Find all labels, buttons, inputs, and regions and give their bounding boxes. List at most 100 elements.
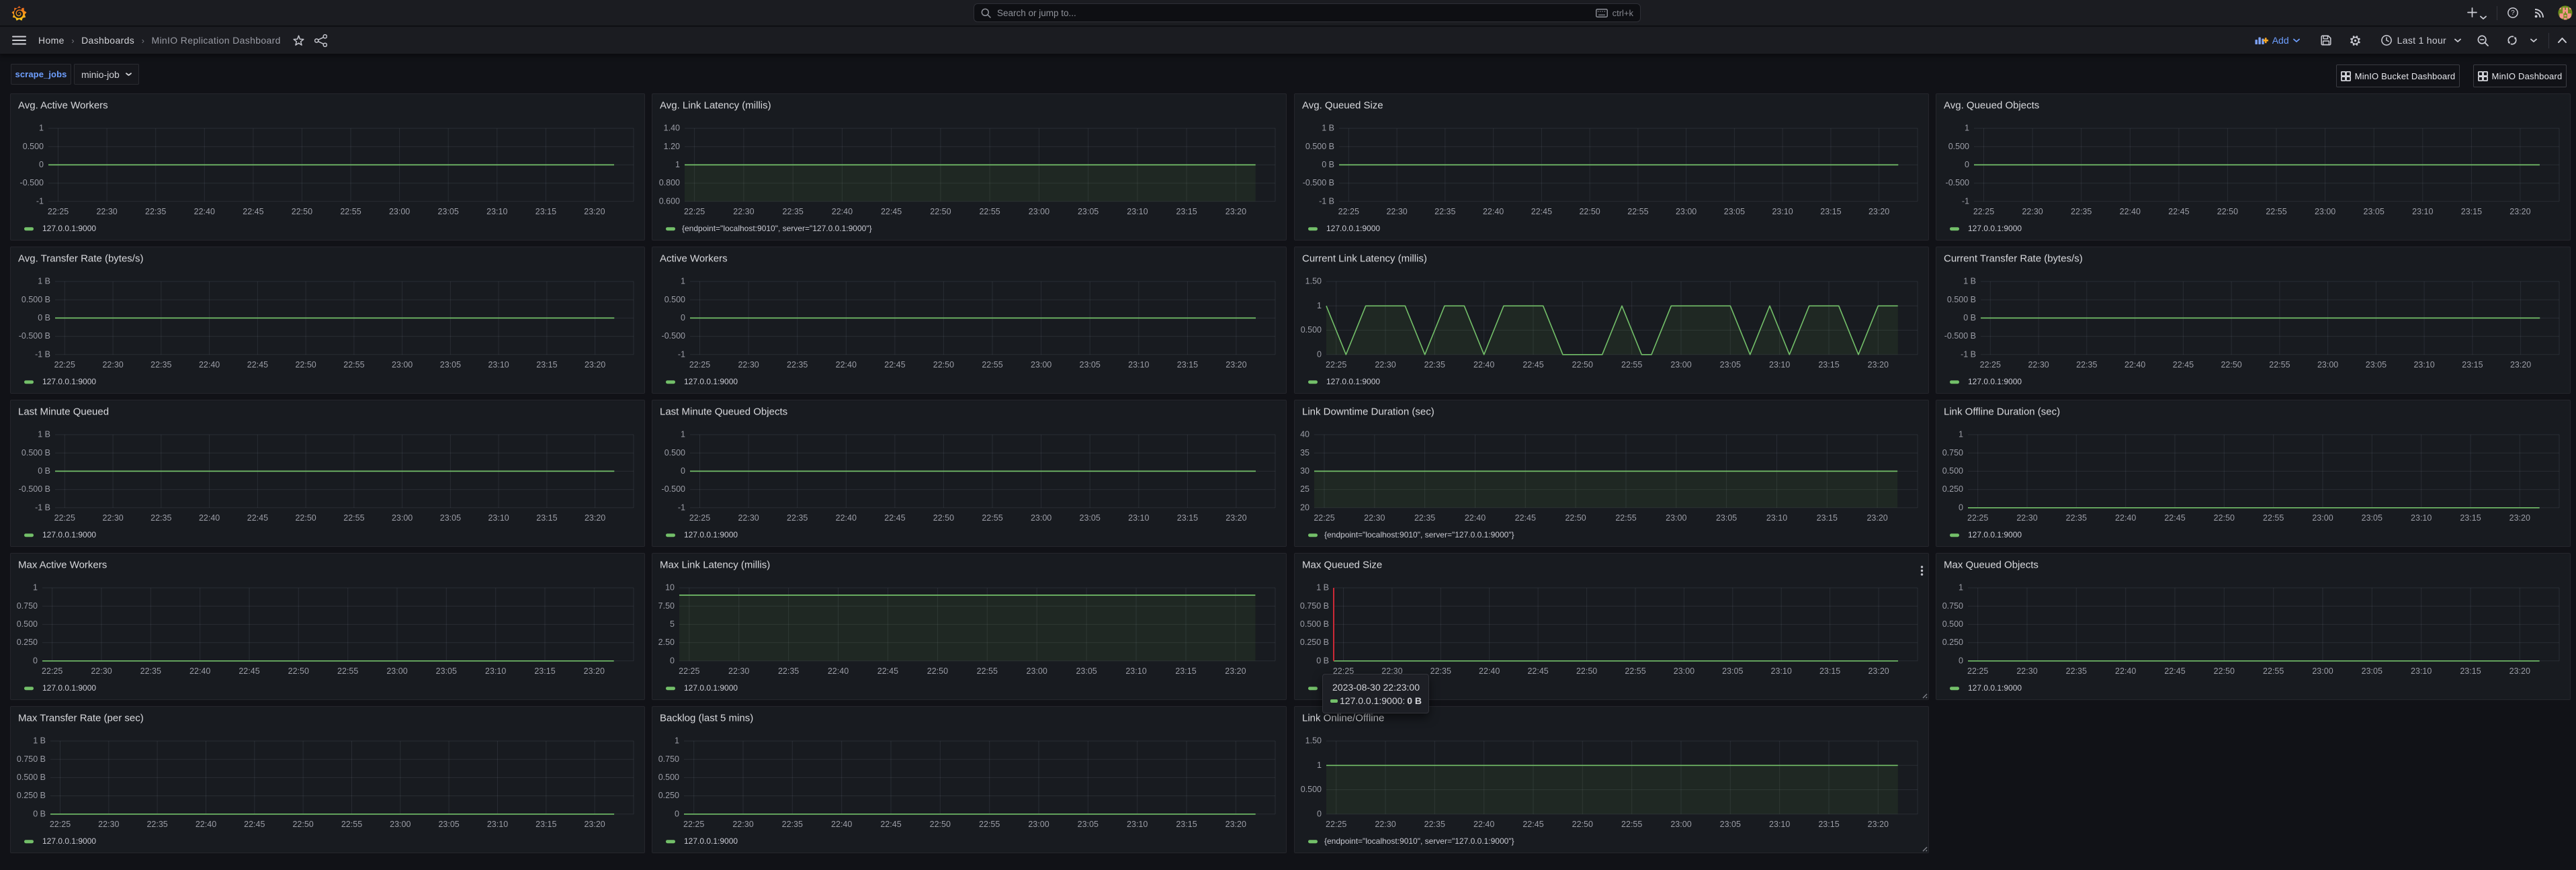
svg-text:22:35: 22:35 [1414,513,1434,523]
svg-text:22:50: 22:50 [292,820,313,829]
svg-text:22:25: 22:25 [42,666,62,676]
svg-text:?: ? [2511,9,2515,17]
svg-text:0.250: 0.250 [658,791,679,800]
svg-text:22:55: 22:55 [340,207,361,216]
svg-text:Max Link Latency (millis): Max Link Latency (millis) [660,560,770,571]
svg-text:23:00: 23:00 [390,820,411,829]
svg-text:22:40: 22:40 [1464,513,1485,523]
svg-text:22:40: 22:40 [189,666,210,676]
svg-text:1.50: 1.50 [1305,277,1321,286]
svg-text:22:40: 22:40 [2120,207,2141,216]
svg-text:22:45: 22:45 [884,360,905,369]
svg-text:-1 B: -1 B [35,349,50,359]
svg-text:22:35: 22:35 [2076,360,2097,369]
svg-text:0: 0 [1317,349,1322,359]
svg-text:23:20: 23:20 [1226,207,1246,216]
svg-text:23:05: 23:05 [437,207,458,216]
svg-text:Avg. Active Workers: Avg. Active Workers [18,100,108,112]
svg-text:0: 0 [39,160,44,169]
svg-text:23:15: 23:15 [535,820,556,829]
svg-text:Max Transfer Rate (per sec): Max Transfer Rate (per sec) [18,713,144,724]
svg-text:127.0.0.1:9000: 127.0.0.1:9000 [1968,224,2022,233]
svg-text:22:45: 22:45 [247,360,267,369]
svg-text:23:20: 23:20 [1226,360,1246,369]
svg-text:22:25: 22:25 [1967,666,1988,676]
svg-text:23:15: 23:15 [1175,666,1196,676]
svg-text:22:40: 22:40 [2115,666,2136,676]
svg-text:1: 1 [1959,583,1963,593]
svg-text:22:55: 22:55 [2263,513,2284,523]
svg-text:22:45: 22:45 [881,207,902,216]
svg-text:23:00: 23:00 [1031,513,1051,523]
svg-text:0.500: 0.500 [1300,785,1321,794]
svg-text:22:30: 22:30 [1375,360,1396,369]
svg-text:-0.500: -0.500 [662,331,685,341]
svg-text:23:05: 23:05 [1722,666,1743,676]
svg-text:22:25: 22:25 [54,360,75,369]
svg-text:7.50: 7.50 [658,601,675,611]
svg-text:22:45: 22:45 [2168,207,2189,216]
svg-text:23:05: 23:05 [439,360,460,369]
svg-text:22:50: 22:50 [1576,666,1596,676]
svg-text:127.0.0.1:9000: 127.0.0.1:9000 [1968,377,2022,386]
svg-text:23:05: 23:05 [1719,360,1740,369]
svg-text:23:20: 23:20 [2509,207,2530,216]
svg-text:-0.500 B: -0.500 B [1302,178,1334,187]
svg-text:22:40: 22:40 [2124,360,2145,369]
svg-text:22:55: 22:55 [2269,360,2290,369]
svg-text:23:20: 23:20 [584,513,605,523]
svg-text:22:30: 22:30 [728,666,749,676]
svg-text:23:10: 23:10 [1766,513,1787,523]
svg-text:23:10: 23:10 [1128,513,1149,523]
svg-text:23:00: 23:00 [1028,820,1049,829]
svg-text:22:35: 22:35 [151,513,171,523]
svg-text:22:25: 22:25 [684,207,705,216]
svg-text:25: 25 [1300,484,1310,494]
svg-text:22:55: 22:55 [982,360,1002,369]
svg-text:22:50: 22:50 [1572,820,1592,829]
svg-text:23:10: 23:10 [1125,666,1146,676]
svg-text:22:35: 22:35 [1424,820,1445,829]
svg-text:22:30: 22:30 [2016,666,2037,676]
svg-text:22:25: 22:25 [47,207,68,216]
svg-text:22:45: 22:45 [880,820,901,829]
svg-text:23:20: 23:20 [1868,207,1889,216]
svg-text:0.500 B: 0.500 B [21,448,50,458]
svg-text:23:10: 23:10 [1769,820,1790,829]
svg-text:22:40: 22:40 [198,513,219,523]
svg-text:22:55: 22:55 [2266,207,2286,216]
svg-text:22:35: 22:35 [151,360,171,369]
svg-text:Avg. Queued Objects: Avg. Queued Objects [1944,100,2039,112]
svg-text:22:35: 22:35 [145,207,166,216]
svg-text:22:40: 22:40 [836,513,857,523]
svg-text:23:15: 23:15 [536,360,557,369]
svg-text:22:55: 22:55 [2263,666,2284,676]
svg-text:1: 1 [681,430,685,439]
svg-text:22:50: 22:50 [927,666,948,676]
svg-text:0.750: 0.750 [1942,448,1963,458]
svg-text:1 B: 1 B [1322,124,1334,133]
svg-text:22:45: 22:45 [877,666,898,676]
svg-text:22:25: 22:25 [49,820,70,829]
svg-text:0.500: 0.500 [664,295,685,304]
svg-text:22:55: 22:55 [341,820,361,829]
svg-text:Current Link Latency (millis): Current Link Latency (millis) [1302,253,1427,265]
svg-text:23:00: 23:00 [1027,666,1047,676]
svg-text:0.750 B: 0.750 B [1299,601,1328,611]
svg-text:22:30: 22:30 [1364,513,1385,523]
svg-text:22:30: 22:30 [2022,207,2043,216]
svg-text:23:05: 23:05 [1723,207,1744,216]
svg-text:23:20: 23:20 [2509,666,2530,676]
svg-text:-0.500: -0.500 [19,178,43,187]
svg-text:22:40: 22:40 [1479,666,1500,676]
svg-text:22:30: 22:30 [738,513,759,523]
svg-text:23:10: 23:10 [485,666,506,676]
svg-text:1: 1 [1959,430,1963,439]
svg-text:22:35: 22:35 [782,820,803,829]
svg-text:0: 0 [1959,656,1963,665]
svg-text:22:40: 22:40 [832,207,853,216]
svg-text:23:20: 23:20 [1226,820,1246,829]
svg-text:22:35: 22:35 [2066,666,2087,676]
svg-text:22:30: 22:30 [98,820,119,829]
svg-text:22:30: 22:30 [1386,207,1407,216]
